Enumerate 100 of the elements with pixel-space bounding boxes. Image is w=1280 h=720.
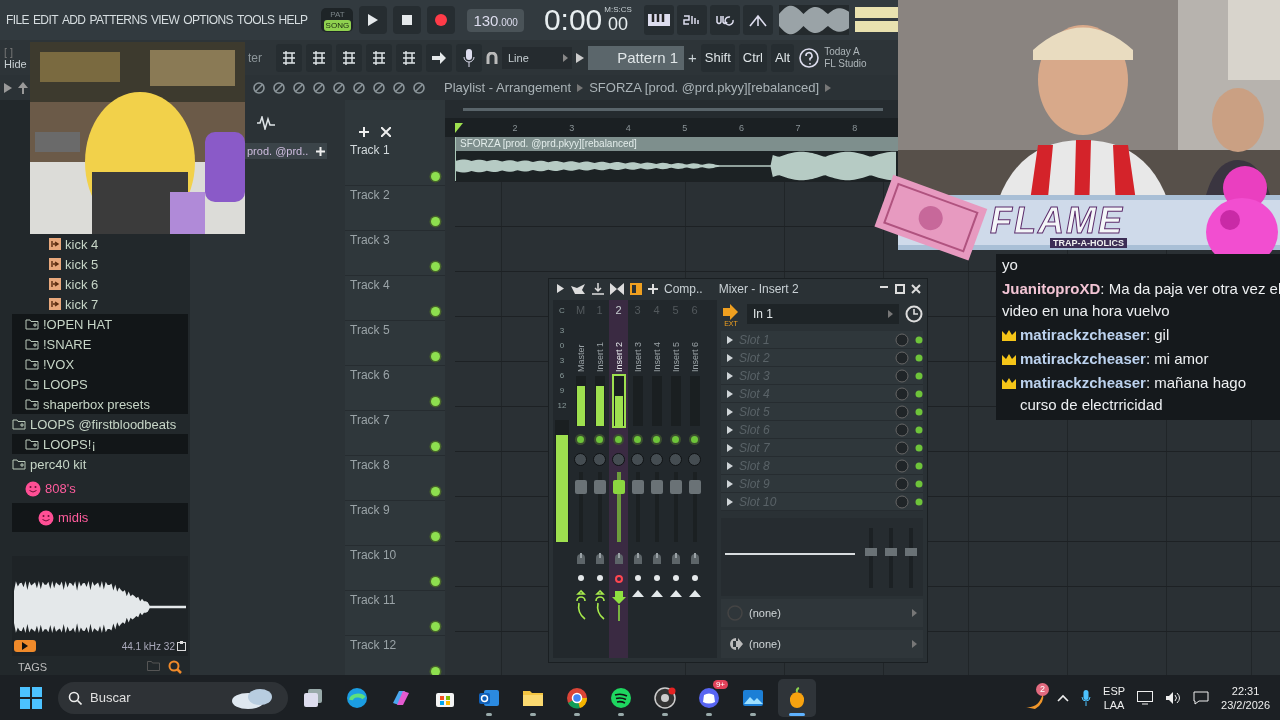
swirl-icon[interactable] xyxy=(346,686,368,709)
track-mute-dot[interactable] xyxy=(431,172,440,181)
mixer-strip[interactable]: 2 Insert 2 xyxy=(609,300,628,658)
input-selector[interactable]: In 1 xyxy=(747,304,899,324)
clock[interactable]: 22:31 23/2/2026 xyxy=(1221,683,1270,712)
record-disc-icon[interactable] xyxy=(654,686,676,709)
track-mute-dot[interactable] xyxy=(431,262,440,271)
record-arm-dot[interactable] xyxy=(672,575,679,581)
browser-item-label[interactable]: kick 5 xyxy=(65,256,99,272)
download-icon[interactable] xyxy=(592,282,604,295)
stereo-knob-icon[interactable] xyxy=(574,552,587,566)
track-name[interactable]: Track 12 xyxy=(350,638,397,652)
step-button[interactable] xyxy=(676,5,707,35)
scrollbar[interactable] xyxy=(463,107,883,111)
mute-dot[interactable] xyxy=(634,436,641,443)
hide-button[interactable]: Hide xyxy=(4,57,30,70)
menu-item[interactable]: ADD xyxy=(61,13,86,27)
browser-item-label[interactable]: 808's xyxy=(45,481,76,496)
track-mute-dot[interactable] xyxy=(431,577,440,586)
channel-pattern[interactable]: prod. @prd.. xyxy=(245,143,327,159)
output-selector[interactable]: (none) xyxy=(721,599,923,627)
menu-item[interactable]: PATTERNS xyxy=(89,13,147,27)
browser-item-label[interactable]: kick 6 xyxy=(65,276,99,292)
clock-icon[interactable] xyxy=(905,305,923,323)
stereo-knob-icon[interactable] xyxy=(593,552,606,566)
modifier-key[interactable]: Alt xyxy=(771,43,795,72)
track-mute-dot[interactable] xyxy=(431,397,440,406)
play-button[interactable] xyxy=(359,6,388,34)
microphone-button[interactable] xyxy=(456,43,482,72)
bird-icon[interactable] xyxy=(570,282,586,295)
toolbar-button[interactable] xyxy=(336,43,362,72)
track-name[interactable]: Track 2 xyxy=(350,188,390,202)
sound-waves-icon[interactable] xyxy=(610,686,632,709)
waveform-icon[interactable] xyxy=(257,116,275,130)
play-arrow-icon[interactable] xyxy=(557,284,564,293)
menu-item[interactable]: VIEW xyxy=(150,13,180,27)
toolbar-button[interactable] xyxy=(306,43,332,72)
windows-stack-icon[interactable] xyxy=(302,686,324,709)
no-entry-icon[interactable] xyxy=(292,80,306,95)
tempo-field[interactable]: 130.000 xyxy=(467,8,524,32)
metronome-button[interactable] xyxy=(742,5,773,35)
track-name[interactable]: Track 10 xyxy=(350,548,397,562)
circle-logo-icon[interactable] xyxy=(566,686,588,709)
track-name[interactable]: Track 3 xyxy=(350,233,390,247)
preset-label[interactable]: Comp.. xyxy=(664,281,703,296)
record-button[interactable] xyxy=(427,6,456,34)
plus-icon[interactable] xyxy=(359,127,369,137)
toolbar-button[interactable] xyxy=(396,43,422,72)
menu-item[interactable]: OPTIONS xyxy=(183,13,233,27)
toolbar-button[interactable] xyxy=(366,43,392,72)
track-mute-dot[interactable] xyxy=(431,217,440,226)
menu-item[interactable]: FILE xyxy=(6,13,29,27)
preview-play-button[interactable] xyxy=(14,640,36,652)
record-arm-dot[interactable] xyxy=(653,575,660,581)
browser-item-label[interactable]: !VOX xyxy=(43,356,75,372)
pattern-selector[interactable]: Pattern 1 xyxy=(588,45,684,70)
mute-dot[interactable] xyxy=(577,436,584,443)
taskbar-app[interactable] xyxy=(778,678,816,717)
record-arm-dot[interactable] xyxy=(634,575,641,581)
browser-item-label[interactable]: midis xyxy=(58,510,89,525)
track-name[interactable]: Track 5 xyxy=(350,323,390,337)
monitor-icon[interactable] xyxy=(1137,690,1154,705)
close-icon[interactable] xyxy=(381,127,391,137)
browser-item-label[interactable]: perc40 kit xyxy=(30,456,87,472)
track-mute-dot[interactable] xyxy=(431,487,440,496)
browser-item-label[interactable]: LOOPS @firstbloodbeats xyxy=(30,416,177,432)
menu-item[interactable]: EDIT xyxy=(32,13,58,27)
search-field[interactable]: Buscar xyxy=(58,681,288,714)
track-name[interactable]: Track 7 xyxy=(350,413,390,427)
stereo-knob-icon[interactable] xyxy=(688,552,701,566)
volume-icon[interactable] xyxy=(1165,690,1182,705)
stop-button[interactable] xyxy=(393,6,422,34)
microphone-icon[interactable] xyxy=(1081,689,1092,706)
maximize-icon[interactable] xyxy=(895,283,905,294)
track-mute-dot[interactable] xyxy=(431,352,440,361)
mute-dot[interactable] xyxy=(596,436,603,443)
mute-dot[interactable] xyxy=(615,436,622,443)
add-pattern-button[interactable]: + xyxy=(688,49,697,66)
toolbar-button[interactable] xyxy=(276,43,302,72)
record-arm-dot[interactable] xyxy=(691,575,698,581)
close-icon[interactable] xyxy=(911,283,921,294)
chat-bubble-icon[interactable] xyxy=(1193,690,1210,705)
stereo-knob-icon[interactable] xyxy=(612,552,625,566)
stereo-knob-icon[interactable] xyxy=(650,552,663,566)
language-indicator[interactable]: ESP LAA xyxy=(1103,683,1126,712)
windows-logo-icon[interactable] xyxy=(20,686,42,709)
track-mute-dot[interactable] xyxy=(431,307,440,316)
help-icon[interactable] xyxy=(798,46,821,69)
track-name[interactable]: Track 8 xyxy=(350,458,390,472)
keyboard-button[interactable] xyxy=(643,5,674,35)
modifier-key[interactable]: Shift xyxy=(700,43,735,72)
track-name[interactable]: Track 11 xyxy=(350,593,396,607)
modifier-key[interactable]: Ctrl xyxy=(738,43,767,72)
output-selector[interactable]: (none) xyxy=(721,630,923,658)
record-arm-dot[interactable] xyxy=(577,575,584,581)
pattern-song-switch[interactable]: PAT SONG xyxy=(321,8,354,32)
track-name[interactable]: Track 1 xyxy=(350,143,390,157)
stereo-knob-icon[interactable] xyxy=(669,552,682,566)
mute-dot[interactable] xyxy=(653,436,660,443)
taskbar-app[interactable]: 9+ xyxy=(690,678,728,717)
